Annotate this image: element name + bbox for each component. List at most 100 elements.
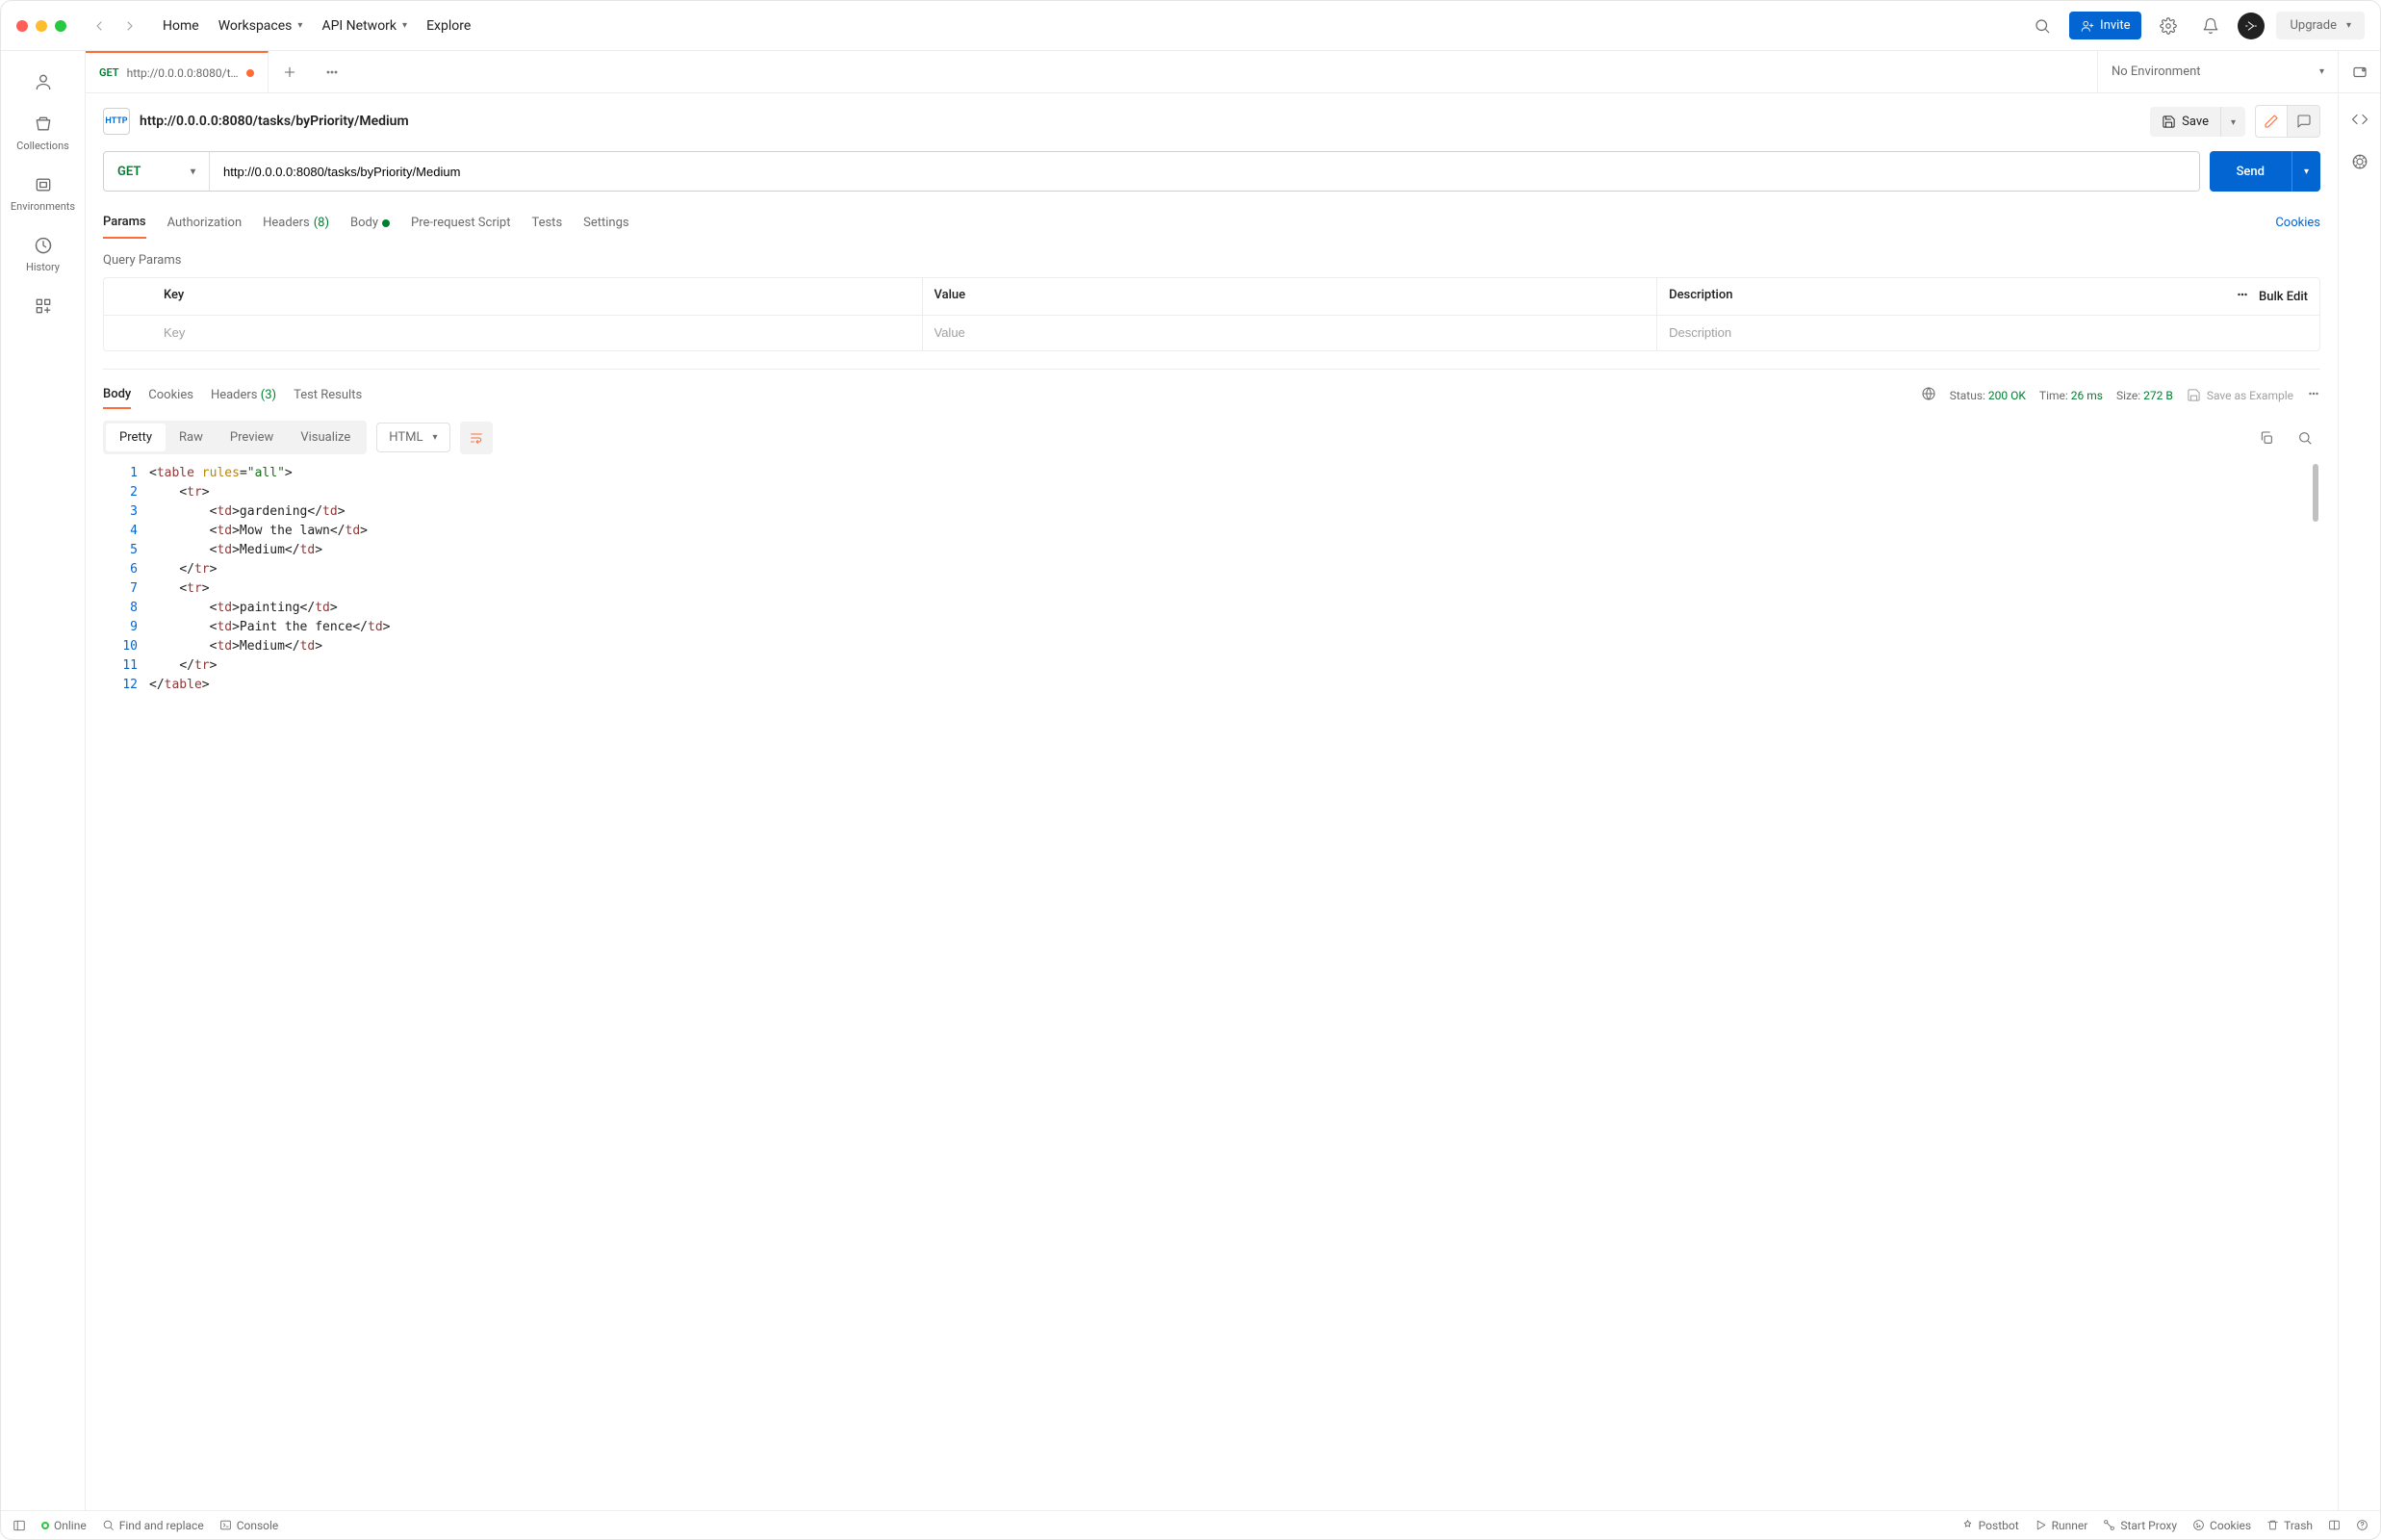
tab-body[interactable]: Body (350, 208, 390, 238)
time-meta: Time: 26 ms (2039, 389, 2103, 402)
environment-quicklook[interactable] (2338, 51, 2380, 92)
runner[interactable]: Runner (2035, 1519, 2088, 1532)
col-value: Value (923, 278, 1658, 315)
back-button[interactable] (86, 13, 113, 39)
format-select[interactable]: HTML▾ (376, 423, 449, 452)
trash[interactable]: Trash (2266, 1519, 2313, 1532)
param-value-input[interactable] (934, 325, 1646, 340)
view-pretty[interactable]: Pretty (106, 424, 166, 451)
tab-settings[interactable]: Settings (583, 208, 628, 238)
tabbar: GET http://0.0.0.0:8080/tas No Environme… (86, 51, 2380, 93)
zoom-window[interactable] (55, 20, 66, 32)
notifications-icon[interactable] (2195, 11, 2226, 41)
method-select[interactable]: GET▾ (104, 152, 210, 191)
tab-prerequest[interactable]: Pre-request Script (411, 208, 510, 238)
copy-icon[interactable] (2251, 423, 2282, 453)
view-preview[interactable]: Preview (217, 424, 287, 451)
chevron-down-icon: ▾ (2319, 66, 2324, 77)
col-description: Description (1657, 278, 2214, 315)
size-meta: Size: 272 B (2116, 389, 2173, 402)
send-dropdown[interactable]: ▾ (2291, 151, 2320, 192)
help-icon[interactable] (2356, 1519, 2368, 1531)
sidebar-item-collections[interactable]: Collections (1, 105, 85, 162)
sidebar-item-history[interactable]: History (1, 226, 85, 283)
param-key-input[interactable] (164, 325, 910, 340)
query-params-label: Query Params (103, 253, 2320, 268)
nav-api-network[interactable]: API Network▾ (321, 18, 407, 34)
chevron-down-icon: ▾ (2346, 20, 2351, 31)
search-icon[interactable] (2027, 11, 2058, 41)
window-controls (16, 20, 66, 32)
console-toggle[interactable]: Console (219, 1519, 279, 1532)
tab-authorization[interactable]: Authorization (167, 208, 243, 238)
url-input[interactable] (210, 152, 2199, 191)
save-button[interactable]: Save (2150, 107, 2220, 137)
sidebar: Collections Environments History (1, 51, 86, 1510)
param-desc-input[interactable] (1669, 325, 2202, 340)
send-button-group: Send ▾ (2210, 151, 2320, 192)
bulk-edit-link[interactable]: Bulk Edit (2259, 290, 2308, 304)
col-key: Key (152, 278, 923, 315)
panel-toggle-icon[interactable] (13, 1519, 26, 1532)
cookies-link[interactable]: Cookies (2275, 216, 2320, 230)
sidebar-item-profile[interactable] (1, 63, 85, 101)
tab-title: http://0.0.0.0:8080/tas (127, 66, 239, 80)
wrap-lines-icon[interactable] (460, 422, 493, 454)
environment-select[interactable]: No Environment▾ (2097, 51, 2338, 92)
tab-headers[interactable]: Headers (8) (263, 208, 329, 238)
forward-button[interactable] (116, 13, 143, 39)
nav-workspaces[interactable]: Workspaces▾ (218, 18, 303, 34)
save-as-example[interactable]: Save as Example (2187, 388, 2293, 402)
sidebar-item-configure[interactable] (1, 287, 85, 325)
close-window[interactable] (16, 20, 28, 32)
request-tab[interactable]: GET http://0.0.0.0:8080/tas (86, 51, 269, 92)
status-online[interactable]: Online (41, 1519, 87, 1532)
response-body[interactable]: 123456789101112 <table rules="all"> <tr>… (103, 464, 2320, 1510)
postbot[interactable]: Postbot (1961, 1519, 2019, 1532)
comment-icon[interactable] (2288, 105, 2320, 138)
save-dropdown[interactable]: ▾ (2220, 107, 2245, 137)
response-tab-headers[interactable]: Headers (3) (211, 382, 276, 408)
edit-icon[interactable] (2255, 105, 2288, 138)
view-visualize[interactable]: Visualize (287, 424, 364, 451)
right-rail (2338, 93, 2380, 1510)
tab-tests[interactable]: Tests (531, 208, 562, 238)
code-content: <table rules="all"> <tr> <td>gardening</… (149, 464, 2320, 1510)
status-meta: Status: 200 OK (1950, 389, 2026, 402)
search-response-icon[interactable] (2290, 423, 2320, 453)
response-tab-body[interactable]: Body (103, 381, 131, 409)
line-gutter: 123456789101112 (103, 464, 149, 1510)
sidebar-item-environments[interactable]: Environments (1, 166, 85, 222)
minimize-window[interactable] (36, 20, 47, 32)
protocol-badge: HTTP (103, 108, 130, 135)
tab-params[interactable]: Params (103, 207, 146, 239)
nav-home[interactable]: Home (163, 18, 199, 34)
request-name[interactable]: http://0.0.0.0:8080/tasks/byPriority/Med… (140, 114, 409, 129)
response-tab-cookies[interactable]: Cookies (148, 382, 193, 408)
globe-icon[interactable] (1921, 386, 1936, 404)
more-icon[interactable] (2307, 387, 2320, 403)
save-button-group: Save ▾ (2150, 107, 2245, 137)
two-pane-icon[interactable] (2328, 1519, 2341, 1531)
nav-explore[interactable]: Explore (426, 18, 471, 34)
avatar[interactable] (2238, 13, 2265, 39)
view-toggle: Pretty Raw Preview Visualize (103, 421, 367, 454)
upgrade-button[interactable]: Upgrade▾ (2276, 12, 2365, 39)
find-replace[interactable]: Find and replace (102, 1519, 204, 1532)
cookies-footer[interactable]: Cookies (2192, 1519, 2251, 1532)
view-raw[interactable]: Raw (166, 424, 217, 451)
chevron-down-icon: ▾ (297, 20, 302, 31)
more-icon[interactable] (2236, 288, 2249, 305)
info-icon[interactable] (2351, 153, 2368, 174)
statusbar: Online Find and replace Console Postbot … (1, 1510, 2380, 1539)
scrollbar[interactable] (2313, 464, 2318, 522)
invite-button[interactable]: Invite (2069, 12, 2141, 39)
tab-options[interactable] (311, 51, 353, 92)
send-button[interactable]: Send (2210, 151, 2291, 192)
settings-icon[interactable] (2153, 11, 2184, 41)
body-indicator (382, 219, 390, 227)
code-snippet-icon[interactable] (2351, 111, 2368, 132)
new-tab-button[interactable] (269, 51, 311, 92)
start-proxy[interactable]: Start Proxy (2103, 1519, 2177, 1532)
response-tab-tests[interactable]: Test Results (294, 382, 362, 408)
